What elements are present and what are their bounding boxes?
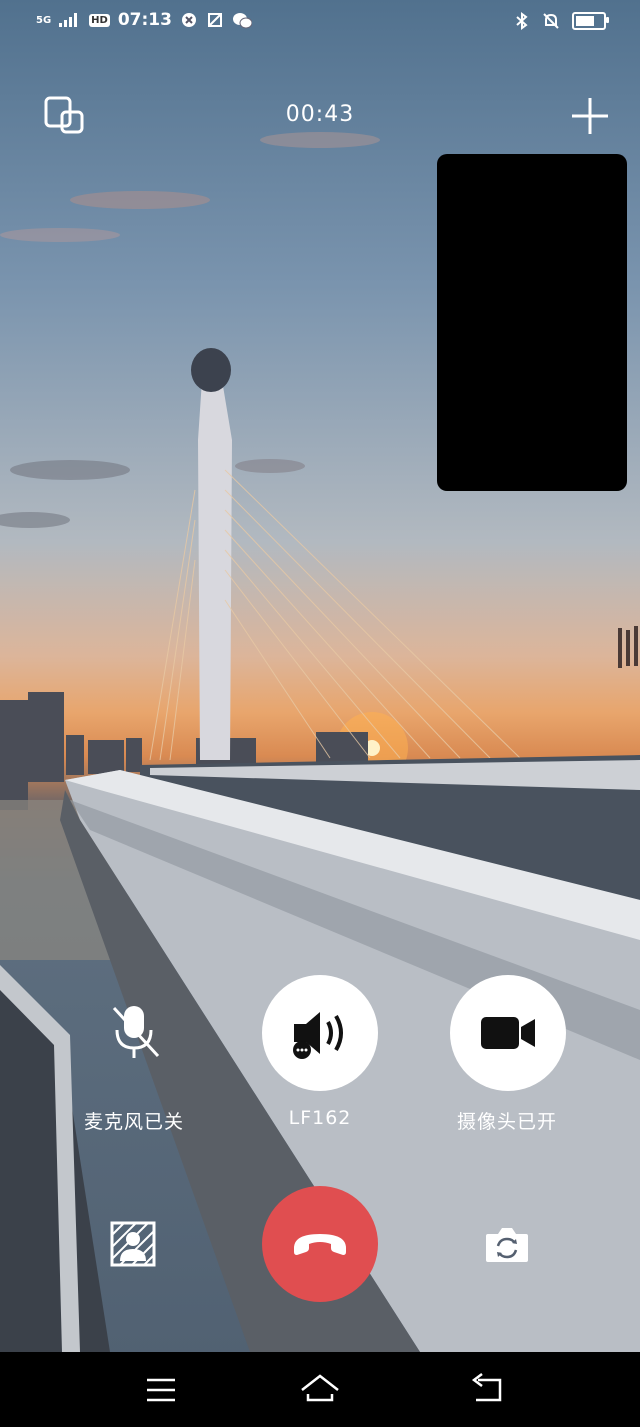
hd-badge: HD xyxy=(89,13,110,27)
back-icon xyxy=(471,1373,502,1402)
add-participant-button[interactable] xyxy=(568,94,612,138)
add-icon xyxy=(572,98,608,134)
screenshot-icon xyxy=(207,13,222,27)
signal-icon xyxy=(59,13,78,27)
video-camera-icon xyxy=(481,1017,535,1049)
bluetooth-icon xyxy=(516,12,528,30)
background-blur-icon xyxy=(110,1221,156,1267)
network-indicator: 5G xyxy=(36,14,52,26)
mic-toggle-button[interactable] xyxy=(108,1002,162,1064)
status-bar: 5G HD 07:13 xyxy=(0,0,640,48)
switch-window-icon xyxy=(44,96,84,134)
speaker-icon xyxy=(293,1012,343,1059)
home-button[interactable] xyxy=(298,1370,342,1410)
camera-label: 摄像头已开 xyxy=(456,1111,557,1133)
background-blur-button[interactable] xyxy=(110,1221,156,1267)
mic-off-icon xyxy=(112,1006,160,1058)
menu-icon xyxy=(147,1378,175,1402)
clock: 07:13 xyxy=(117,10,172,30)
camera-toggle-button[interactable] xyxy=(450,975,566,1091)
home-icon xyxy=(301,1374,339,1402)
menu-button[interactable] xyxy=(139,1370,183,1410)
wechat-icon xyxy=(232,13,252,29)
speaker-label: LF162 xyxy=(288,1107,352,1129)
switch-window-button[interactable] xyxy=(42,94,86,138)
flip-camera-button[interactable] xyxy=(484,1224,530,1264)
mic-label: 麦克风已关 xyxy=(83,1111,184,1133)
self-view-preview[interactable] xyxy=(437,154,627,491)
video-call-screen: 5G HD 07:13 00:43 麦克风已关 LF162 摄像头已开 xyxy=(0,0,640,1427)
hang-up-button[interactable] xyxy=(262,1186,378,1302)
hang-up-icon xyxy=(294,1234,346,1255)
flip-camera-icon xyxy=(486,1228,528,1262)
back-button[interactable] xyxy=(466,1370,510,1410)
speaker-button[interactable] xyxy=(262,975,378,1091)
app-notification-icon xyxy=(181,13,196,27)
battery-icon xyxy=(572,12,609,30)
call-duration: 00:43 xyxy=(285,102,355,127)
mute-notifications-icon xyxy=(543,13,559,29)
system-navigation-bar xyxy=(0,1352,640,1427)
